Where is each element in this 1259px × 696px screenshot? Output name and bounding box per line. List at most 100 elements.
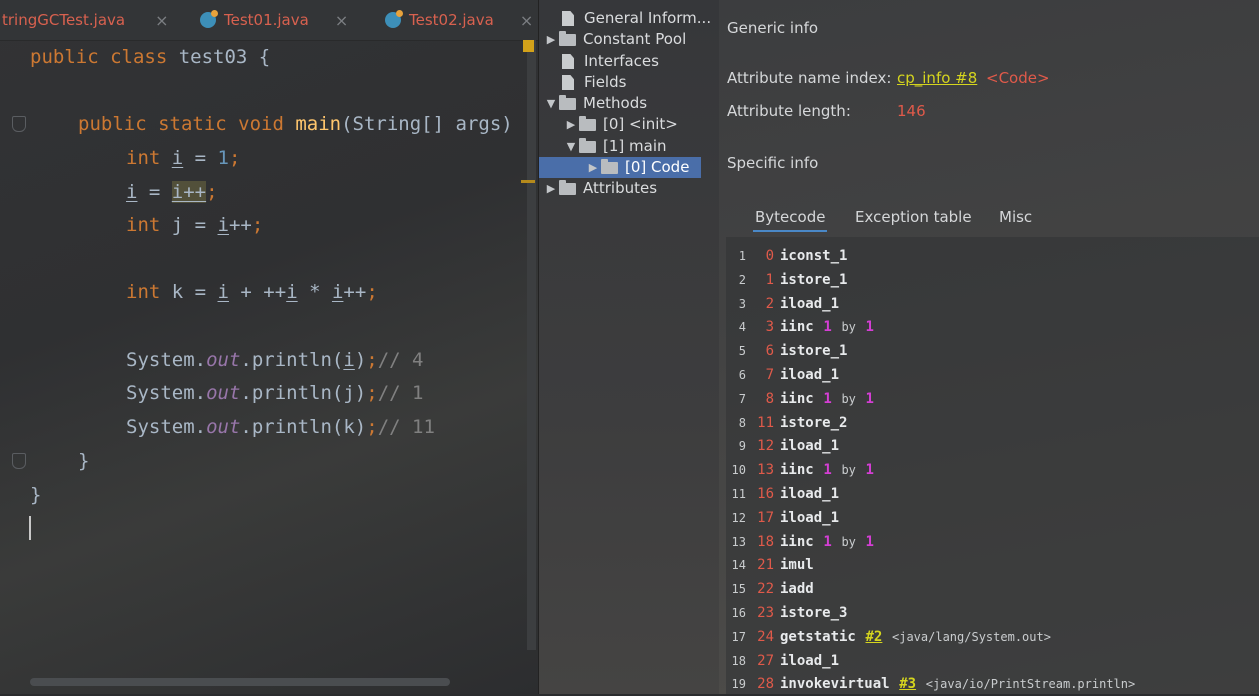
fold-icon[interactable] — [12, 453, 26, 469]
opcode: iadd — [780, 581, 814, 598]
class-structure-tree[interactable]: General Inform... ▶ Constant Pool Interfa… — [538, 0, 719, 694]
tab-label: tringGCTest.java — [2, 11, 126, 29]
vertical-scrollbar[interactable] — [527, 40, 536, 650]
close-icon[interactable]: × — [335, 11, 348, 30]
bytecode-row[interactable]: 18 27 iload_1 — [726, 648, 839, 672]
code-editor[interactable]: tringGCTest.java × Test01.java × Test02.… — [0, 0, 538, 694]
opcode: iload_1 — [780, 509, 840, 526]
fold-icon[interactable] — [12, 116, 26, 132]
code-line: } — [30, 484, 42, 506]
bytecode-row[interactable]: 8 11 istore_2 — [726, 410, 848, 434]
bytecode-row[interactable]: 9 12 iload_1 — [726, 433, 839, 457]
tree-item-methods[interactable]: ▼ Methods — [543, 93, 647, 114]
bytecode-offset: 13 — [757, 462, 774, 479]
attr-length-label: Attribute length: — [727, 102, 851, 120]
expand-arrow-icon[interactable]: ▶ — [543, 178, 559, 199]
horizontal-scrollbar[interactable] — [30, 678, 450, 686]
bytecode-row[interactable]: 5 6 istore_1 — [726, 338, 848, 362]
opcode: iconst_1 — [780, 248, 848, 264]
attr-name-label: Attribute name index: — [727, 69, 892, 87]
tab-misc[interactable]: Misc — [999, 208, 1032, 226]
bytecode-row[interactable]: 7 8 iinc 1 by 1 — [726, 386, 874, 410]
tab-tringgctest[interactable]: tringGCTest.java × — [2, 0, 168, 40]
row-index: 19 — [731, 677, 746, 692]
folder-icon — [559, 179, 576, 195]
close-icon[interactable]: × — [155, 11, 168, 30]
opcode: istore_1 — [780, 271, 848, 288]
row-index: 5 — [738, 344, 746, 359]
cp-info-link[interactable]: cp_info #8 — [897, 69, 977, 87]
code-line: System.out.println(k);// 11 — [126, 416, 435, 438]
bytecode-row[interactable]: 19 28 invokevirtual #3 <java/io/PrintStrea… — [726, 671, 1136, 695]
attribute-detail-pane: Generic info Attribute name index: cp_in… — [719, 0, 1259, 694]
row-index: 17 — [731, 629, 746, 644]
row-index: 12 — [731, 510, 746, 525]
code-line: int k = i + ++i * i++; — [126, 281, 378, 303]
bytecode-offset: 21 — [757, 557, 774, 574]
warning-indicator-icon[interactable] — [523, 40, 534, 52]
tree-item-attributes[interactable]: ▶ Attributes — [543, 178, 657, 199]
bytecode-row[interactable]: 14 21 imul — [726, 552, 814, 576]
bytecode-offset: 27 — [757, 652, 774, 669]
constant-pool-link[interactable]: #2 — [866, 629, 883, 645]
opcode: istore_2 — [780, 414, 848, 431]
bytecode-row[interactable]: 3 2 iload_1 — [726, 291, 839, 315]
bytecode-offset: 11 — [757, 414, 774, 431]
bytecode-row[interactable]: 10 13 iinc 1 by 1 — [726, 457, 874, 481]
opcode: iinc — [780, 390, 814, 407]
tab-exception-table[interactable]: Exception table — [855, 208, 972, 226]
bytecode-row[interactable]: 4 3 iinc 1 by 1 — [726, 314, 874, 338]
code-line: int i = 1; — [126, 147, 241, 169]
bytecode-listing[interactable]: 1 0 iconst_1 2 1 istore_1 3 2 iload_1 4 3 iinc 1 by… — [726, 237, 1259, 694]
bytecode-offset: 16 — [757, 486, 774, 502]
tree-item-code[interactable]: ▶ [0] Code — [539, 157, 702, 178]
bytecode-offset: 12 — [757, 438, 774, 455]
opcode: iload_1 — [780, 486, 840, 502]
code-line: System.out.println(i);// 4 — [126, 349, 424, 371]
bytecode-offset: 7 — [765, 367, 774, 383]
tree-item-general-info[interactable]: General Inform... — [543, 8, 711, 29]
bytecode-row[interactable]: 11 16 iload_1 — [726, 481, 839, 505]
bytecode-row[interactable]: 15 22 iadd — [726, 576, 814, 600]
bytecode-row[interactable]: 1 0 iconst_1 — [726, 243, 848, 267]
bytecode-row[interactable]: 17 24 getstatic #2 <java/lang/System.out> — [726, 624, 1051, 648]
tree-item-constant-pool[interactable]: ▶ Constant Pool — [543, 29, 686, 50]
opcode: istore_1 — [780, 343, 848, 360]
opcode: invokevirtual — [780, 676, 890, 693]
opcode: iload_1 — [780, 438, 840, 455]
row-index: 10 — [731, 463, 746, 478]
expand-arrow-icon[interactable]: ▶ — [543, 29, 559, 50]
collapse-arrow-icon[interactable]: ▼ — [563, 136, 579, 157]
bytecode-row[interactable]: 16 23 istore_3 — [726, 600, 848, 624]
close-icon[interactable]: × — [520, 11, 533, 30]
bytecode-row[interactable]: 12 17 iload_1 — [726, 505, 839, 529]
operand-by: by — [841, 320, 856, 335]
operand-const: 1 — [865, 319, 874, 336]
row-index: 15 — [731, 582, 746, 597]
bytecode-row[interactable]: 13 18 iinc 1 by 1 — [726, 529, 874, 553]
constant-pool-link[interactable]: #3 — [899, 676, 916, 692]
bytecode-offset: 1 — [765, 271, 774, 288]
tree-item-fields[interactable]: Fields — [543, 72, 626, 93]
expand-arrow-icon[interactable]: ▶ — [563, 114, 579, 135]
bytecode-offset: 0 — [765, 248, 774, 264]
bytecode-row[interactable]: 2 1 istore_1 — [726, 267, 848, 291]
opcode: iload_1 — [780, 295, 840, 312]
attr-length-value: 146 — [897, 102, 926, 120]
operand-const: 1 — [865, 533, 874, 550]
bytecode-offset: 22 — [757, 581, 774, 598]
tree-item-main[interactable]: ▼ [1] main — [563, 136, 667, 157]
tab-test01[interactable]: Test01.java × — [200, 0, 348, 40]
bytecode-row[interactable]: 6 7 iload_1 — [726, 362, 839, 386]
file-icon — [562, 54, 574, 69]
expand-arrow-icon[interactable]: ▶ — [585, 157, 601, 178]
row-index: 14 — [731, 558, 746, 573]
tree-item-init[interactable]: ▶ [0] <init> — [563, 114, 678, 135]
collapse-arrow-icon[interactable]: ▼ — [543, 93, 559, 114]
tab-test02[interactable]: Test02.java × — [385, 0, 533, 40]
operand-index: 1 — [823, 462, 832, 479]
file-icon — [562, 75, 574, 90]
warning-marker[interactable] — [521, 180, 535, 183]
tree-item-interfaces[interactable]: Interfaces — [543, 51, 659, 72]
tab-bytecode[interactable]: Bytecode — [753, 208, 828, 232]
